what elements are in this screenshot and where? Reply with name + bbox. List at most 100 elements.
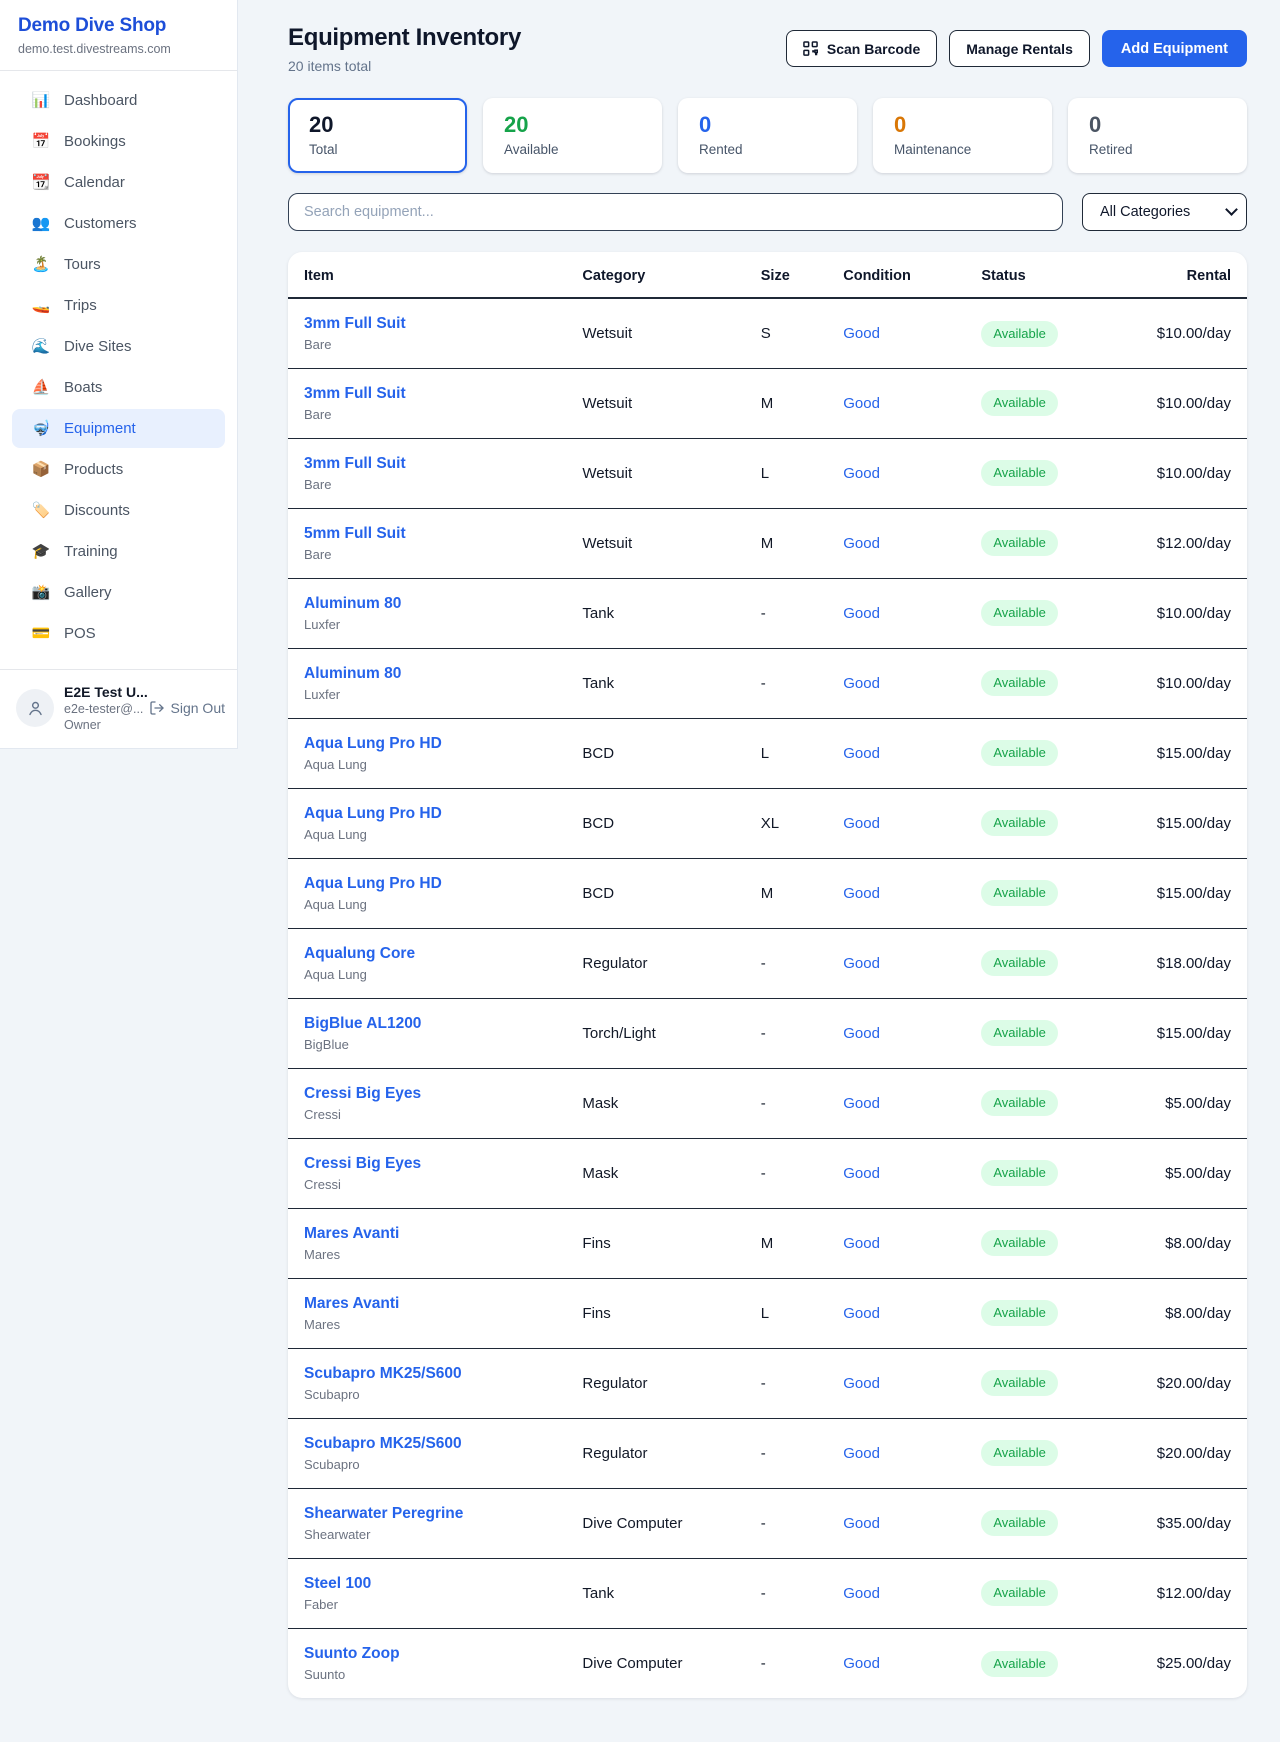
search-input[interactable]	[288, 193, 1063, 231]
status-badge: Available	[981, 1651, 1058, 1677]
table-header-row: ItemCategorySizeConditionStatusRental	[288, 252, 1247, 298]
item-name-link[interactable]: Aluminum 80	[304, 665, 401, 683]
item-condition-link[interactable]: Good	[843, 1165, 880, 1182]
table-row: Aluminum 80 Luxfer Tank - Good Available…	[288, 578, 1247, 648]
item-condition-link[interactable]: Good	[843, 815, 880, 832]
item-name-link[interactable]: 3mm Full Suit	[304, 315, 406, 333]
user-email: e2e-tester@...	[64, 702, 139, 716]
sidebar-item-calendar[interactable]: 📆 Calendar	[12, 163, 225, 202]
table-row: 5mm Full Suit Bare Wetsuit M Good Availa…	[288, 508, 1247, 578]
item-condition-link[interactable]: Good	[843, 955, 880, 972]
item-name-link[interactable]: Aluminum 80	[304, 595, 401, 613]
item-name-link[interactable]: Aqualung Core	[304, 945, 415, 963]
item-condition-link[interactable]: Good	[843, 605, 880, 622]
brand: Demo Dive Shop demo.test.divestreams.com	[0, 0, 237, 71]
sidebar-item-bookings[interactable]: 📅 Bookings	[12, 122, 225, 161]
sidebar-item-boats[interactable]: ⛵ Boats	[12, 368, 225, 407]
item-name-link[interactable]: 5mm Full Suit	[304, 525, 406, 543]
user-role: Owner	[64, 718, 139, 732]
sidebar-item-gallery[interactable]: 📸 Gallery	[12, 573, 225, 612]
gallery-icon: 📸	[31, 585, 51, 600]
item-category: BCD	[582, 788, 760, 858]
sidebar-item-label: Dashboard	[64, 90, 137, 111]
sign-out-button[interactable]: Sign Out	[149, 700, 225, 716]
stat-card-available[interactable]: 20 Available	[483, 98, 662, 173]
item-condition-link[interactable]: Good	[843, 1445, 880, 1462]
item-condition-link[interactable]: Good	[843, 325, 880, 342]
sidebar-item-customers[interactable]: 👥 Customers	[12, 204, 225, 243]
sidebar-item-training[interactable]: 🎓 Training	[12, 532, 225, 571]
item-name-link[interactable]: Aqua Lung Pro HD	[304, 735, 442, 753]
item-name-link[interactable]: Mares Avanti	[304, 1225, 399, 1243]
item-condition-link[interactable]: Good	[843, 1585, 880, 1602]
category-filter[interactable]: All Categories	[1082, 193, 1247, 231]
sidebar-item-products[interactable]: 📦 Products	[12, 450, 225, 489]
item-rental: $10.00/day	[1149, 368, 1247, 438]
manage-rentals-button[interactable]: Manage Rentals	[949, 30, 1090, 67]
item-name-link[interactable]: Shearwater Peregrine	[304, 1505, 463, 1523]
scan-barcode-button[interactable]: Scan Barcode	[786, 30, 937, 67]
item-name-link[interactable]: Suunto Zoop	[304, 1645, 400, 1663]
stat-card-maintenance[interactable]: 0 Maintenance	[873, 98, 1052, 173]
stat-value: 0	[1089, 112, 1226, 138]
stat-card-rented[interactable]: 0 Rented	[678, 98, 857, 173]
item-category: Torch/Light	[582, 998, 760, 1068]
table-row: Mares Avanti Mares Fins L Good Available…	[288, 1278, 1247, 1348]
brand-name[interactable]: Demo Dive Shop	[18, 15, 219, 37]
stats-row: 20 Total 20 Available 0 Rented 0 Mainten…	[288, 98, 1247, 173]
item-category: BCD	[582, 858, 760, 928]
item-condition-link[interactable]: Good	[843, 1025, 880, 1042]
item-size: -	[761, 1488, 843, 1558]
item-name-link[interactable]: Aqua Lung Pro HD	[304, 805, 442, 823]
item-condition-link[interactable]: Good	[843, 745, 880, 762]
item-name-link[interactable]: Steel 100	[304, 1575, 371, 1593]
item-condition-link[interactable]: Good	[843, 1655, 880, 1672]
item-name-link[interactable]: Mares Avanti	[304, 1295, 399, 1313]
item-condition-link[interactable]: Good	[843, 1305, 880, 1322]
boats-icon: ⛵	[31, 380, 51, 395]
sign-out-icon	[149, 700, 165, 716]
sidebar-item-pos[interactable]: 💳 POS	[12, 614, 225, 653]
item-condition-link[interactable]: Good	[843, 675, 880, 692]
status-badge: Available	[981, 1230, 1058, 1256]
item-condition-link[interactable]: Good	[843, 535, 880, 552]
item-name-link[interactable]: Scubapro MK25/S600	[304, 1435, 462, 1453]
item-brand: Aqua Lung	[304, 897, 574, 912]
item-name-link[interactable]: Cressi Big Eyes	[304, 1085, 421, 1103]
sidebar-item-dashboard[interactable]: 📊 Dashboard	[12, 81, 225, 120]
item-name-link[interactable]: BigBlue AL1200	[304, 1015, 421, 1033]
item-condition-link[interactable]: Good	[843, 1515, 880, 1532]
item-condition-link[interactable]: Good	[843, 1235, 880, 1252]
sidebar-item-trips[interactable]: 🚤 Trips	[12, 286, 225, 325]
item-condition-link[interactable]: Good	[843, 395, 880, 412]
sidebar-nav: 📊 Dashboard 📅 Bookings 📆 Calendar 👥 Cust…	[0, 71, 237, 663]
item-condition-link[interactable]: Good	[843, 885, 880, 902]
item-category: Wetsuit	[582, 508, 760, 578]
item-rental: $12.00/day	[1149, 508, 1247, 578]
item-size: S	[761, 298, 843, 368]
item-name-link[interactable]: Scubapro MK25/S600	[304, 1365, 462, 1383]
item-name-link[interactable]: Cressi Big Eyes	[304, 1155, 421, 1173]
add-equipment-button[interactable]: Add Equipment	[1102, 30, 1247, 67]
item-brand: Aqua Lung	[304, 827, 574, 842]
status-badge: Available	[981, 1300, 1058, 1326]
item-condition-link[interactable]: Good	[843, 1375, 880, 1392]
item-condition-link[interactable]: Good	[843, 465, 880, 482]
stat-card-total[interactable]: 20 Total	[288, 98, 467, 173]
item-condition-link[interactable]: Good	[843, 1095, 880, 1112]
sidebar-item-equipment[interactable]: 🤿 Equipment	[12, 409, 225, 448]
item-size: L	[761, 718, 843, 788]
item-rental: $5.00/day	[1149, 1138, 1247, 1208]
status-badge: Available	[981, 950, 1058, 976]
item-name-link[interactable]: 3mm Full Suit	[304, 385, 406, 403]
tours-icon: 🏝️	[31, 257, 51, 272]
sidebar-item-dive-sites[interactable]: 🌊 Dive Sites	[12, 327, 225, 366]
stat-card-retired[interactable]: 0 Retired	[1068, 98, 1247, 173]
item-size: L	[761, 438, 843, 508]
item-name-link[interactable]: 3mm Full Suit	[304, 455, 406, 473]
avatar	[16, 689, 54, 727]
stat-label: Available	[504, 142, 641, 157]
sidebar-item-discounts[interactable]: 🏷️ Discounts	[12, 491, 225, 530]
item-name-link[interactable]: Aqua Lung Pro HD	[304, 875, 442, 893]
sidebar-item-tours[interactable]: 🏝️ Tours	[12, 245, 225, 284]
